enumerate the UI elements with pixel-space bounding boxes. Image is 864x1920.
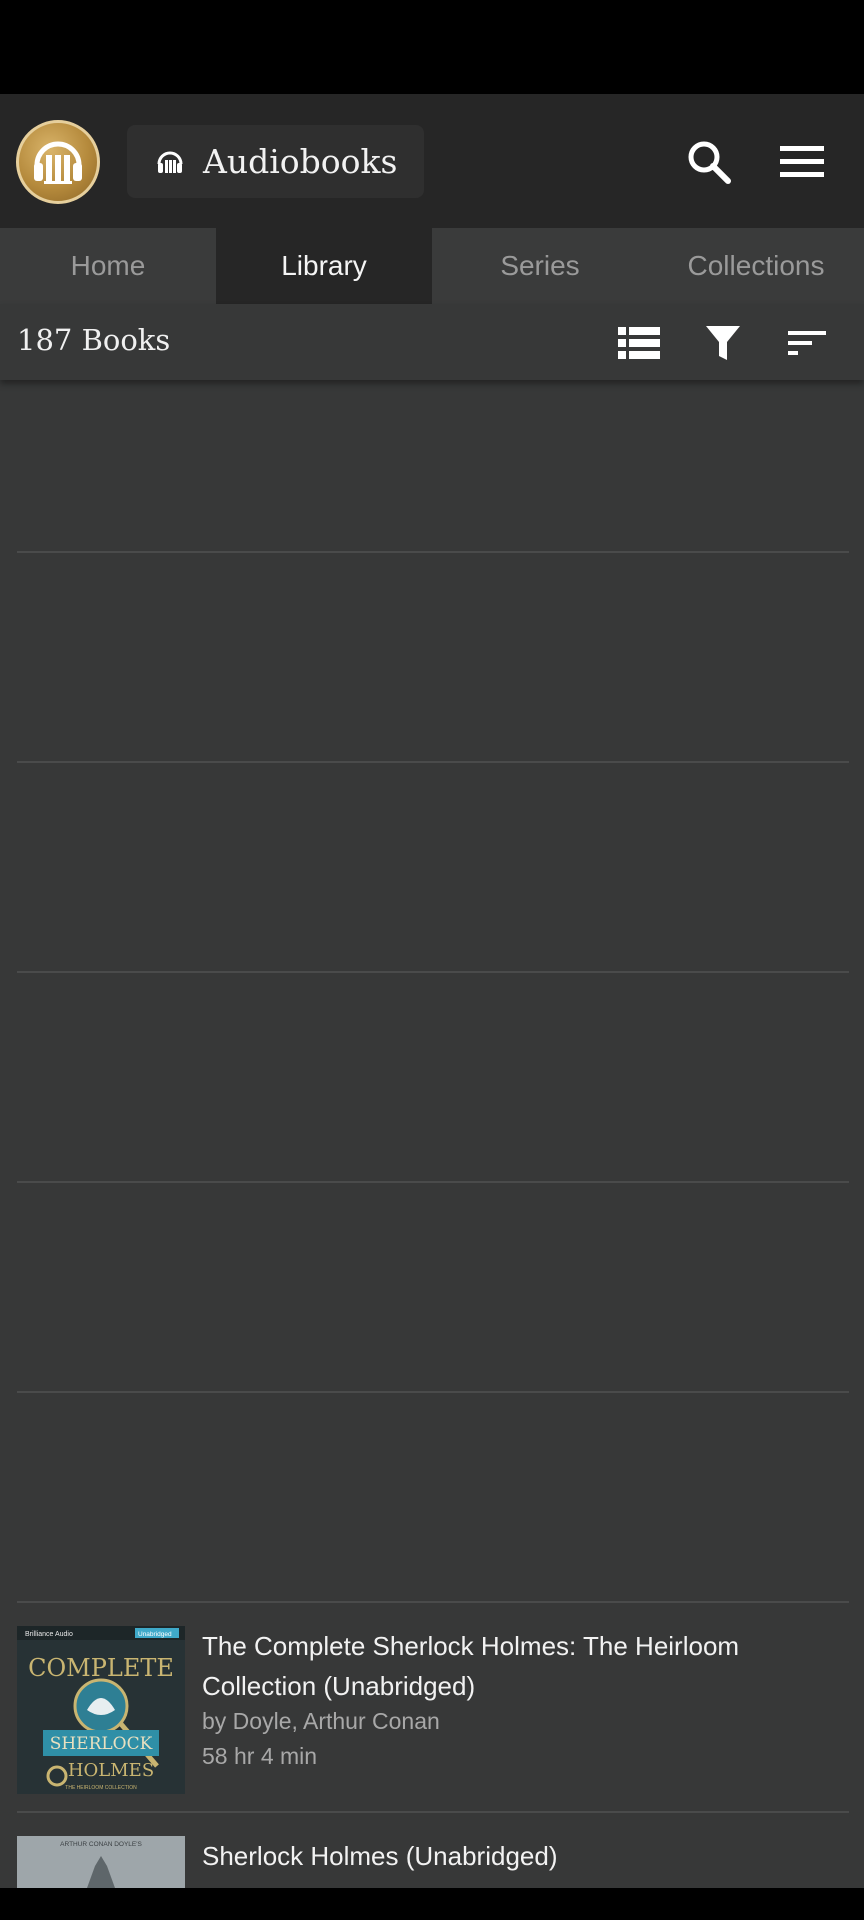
book-title: The Complete Sherlock Holmes: The Heirlo…	[202, 1631, 740, 1701]
menu-button[interactable]	[772, 132, 832, 192]
nav-tabs: Home Library Series Collections	[0, 228, 864, 304]
menu-icon	[780, 146, 824, 177]
filter-icon	[706, 326, 740, 360]
cover-publisher: Brilliance Audio	[25, 1631, 73, 1638]
list-divider	[17, 551, 849, 553]
library-selector[interactable]: Audiobooks	[127, 125, 424, 198]
tab-series[interactable]: Series	[432, 228, 648, 304]
cover-line3: HOLMES	[68, 1760, 154, 1781]
status-bar	[0, 0, 864, 94]
book-item[interactable]: ARTHUR CONAN DOYLE'S Sherlock Holmes (Un…	[17, 1836, 849, 1888]
tab-home[interactable]: Home	[0, 228, 216, 304]
list-divider	[17, 761, 849, 763]
list-divider	[17, 1181, 849, 1183]
cover-text: ARTHUR CONAN DOYLE'S	[60, 1841, 142, 1848]
list-divider	[17, 971, 849, 973]
list-divider	[17, 1391, 849, 1393]
library-name: Audiobooks	[203, 142, 398, 181]
cover-tagline: THE HEIRLOOM COLLECTION	[65, 1785, 137, 1791]
tab-collections[interactable]: Collections	[648, 228, 864, 304]
view-toggle-button[interactable]	[616, 320, 662, 366]
cover-line1: COMPLETE	[28, 1654, 174, 1682]
list-view-icon	[618, 327, 660, 359]
filter-button[interactable]	[700, 320, 746, 366]
book-author: by Doyle, Arthur Conan	[202, 1708, 440, 1734]
audiobookshelf-logo[interactable]	[16, 120, 100, 204]
book-duration: 58 hr 4 min	[202, 1743, 318, 1769]
book-title: Sherlock Holmes (Unabridged)	[202, 1841, 558, 1871]
book-cover[interactable]: Brilliance Audio Unabridged COMPLETE SHE…	[17, 1626, 185, 1794]
headphones-icon	[157, 151, 183, 173]
library-toolbar: 187 Books	[0, 304, 864, 380]
tab-library[interactable]: Library	[216, 228, 432, 304]
sort-button[interactable]	[784, 320, 830, 366]
cover-badge: Unabridged	[138, 1631, 172, 1638]
book-item[interactable]: Brilliance Audio Unabridged COMPLETE SHE…	[17, 1626, 849, 1796]
cover-line2: SHERLOCK	[50, 1734, 153, 1754]
navigation-bar	[0, 1888, 864, 1920]
app-header: Audiobooks	[0, 94, 864, 228]
search-button[interactable]	[679, 132, 739, 192]
book-cover[interactable]: ARTHUR CONAN DOYLE'S	[17, 1836, 185, 1888]
sort-icon	[788, 331, 826, 355]
list-divider	[17, 1601, 849, 1603]
book-count: 187 Books	[17, 323, 171, 357]
list-divider	[17, 1811, 849, 1813]
search-icon	[688, 141, 731, 184]
